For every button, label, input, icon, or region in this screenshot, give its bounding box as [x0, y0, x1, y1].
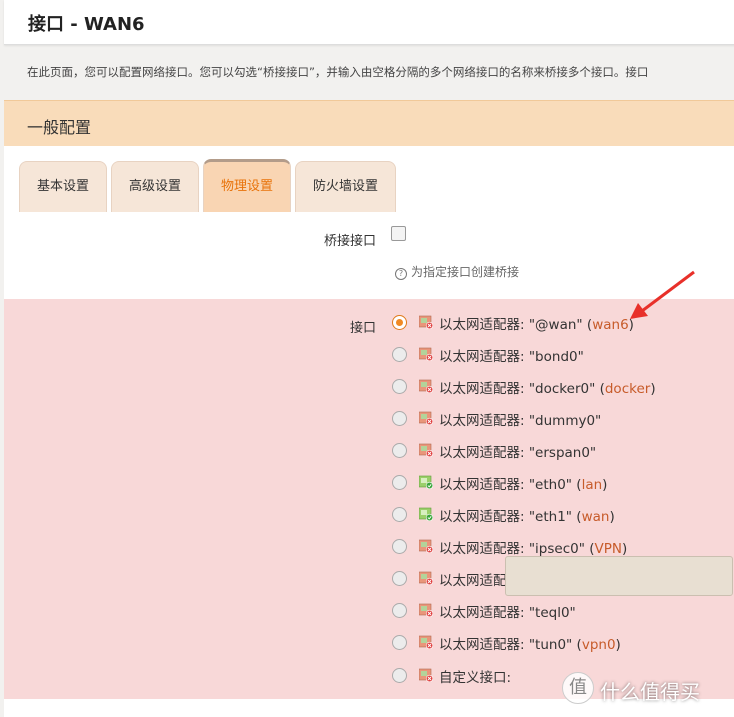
- network-adapter-down-icon: [419, 635, 433, 649]
- network-link[interactable]: VPN: [595, 541, 622, 557]
- interface-section: 接口 以太网适配器: "@wan" (wan6) 以太网适配器: "bond0" 以…: [4, 299, 734, 699]
- interface-type: 以太网适配器:: [439, 477, 529, 493]
- interface-option-label: 以太网适配器: "eth1" (wan): [439, 509, 615, 525]
- interface-option-label: 以太网适配器: "bond0": [439, 345, 584, 365]
- interface-radio[interactable]: [392, 635, 407, 650]
- interface-option-label: 以太网适配器: "tun0" (vpn0): [439, 637, 621, 653]
- interface-type: 以太网适配器:: [439, 381, 529, 397]
- watermark-text: 什么值得买: [600, 680, 700, 704]
- tab-bar: 基本设置 高级设置 物理设置 防火墙设置: [4, 146, 734, 214]
- network-adapter-down-icon: [419, 571, 433, 585]
- interface-type: 以太网适配器:: [439, 317, 529, 333]
- interface-option-label: 以太网适配器: "eth0" (lan): [439, 477, 608, 493]
- config-panel: 一般配置 基本设置 高级设置 物理设置 防火墙设置 桥接接口 ? 为指定接口创建桥…: [4, 100, 734, 717]
- interface-name: "docker0": [528, 381, 596, 397]
- network-adapter-down-icon: [419, 379, 433, 393]
- interface-label: 接口: [349, 321, 376, 336]
- interface-name: "bond0": [528, 349, 584, 365]
- custom-interface-input[interactable]: [505, 556, 733, 596]
- network-adapter-down-icon: [419, 315, 433, 329]
- interface-name: "dummy0": [528, 413, 602, 429]
- network-link[interactable]: vpn0: [582, 637, 616, 653]
- interface-radio[interactable]: [392, 315, 407, 330]
- interface-type: 以太网适配器:: [439, 349, 529, 365]
- interface-name: "eth1": [528, 509, 573, 525]
- page-title: 接口 - WAN6: [28, 14, 145, 35]
- tab-firewall-settings[interactable]: 防火墙设置: [295, 161, 396, 212]
- interface-radio[interactable]: [392, 347, 407, 362]
- watermark-logo: 值: [562, 672, 594, 704]
- network-adapter-up-icon: [419, 475, 433, 489]
- header-bar: 接口 - WAN6: [4, 0, 734, 45]
- network-adapter-down-icon: [419, 539, 433, 553]
- interface-option-label: 以太网适配器: "@wan" (wan6): [439, 317, 634, 333]
- annotation-arrow-icon: [630, 270, 695, 319]
- interface-type: 以太网适配器:: [439, 445, 529, 461]
- interface-name: "erspan0": [528, 445, 597, 461]
- interface-type: 以太网适配器:: [439, 413, 529, 429]
- interface-type: 以太网适配器:: [439, 541, 529, 557]
- interface-name: "tun0": [528, 637, 573, 653]
- interface-option-label: 以太网适配器: "ipsec0" (VPN): [439, 541, 628, 557]
- interface-radio[interactable]: [392, 475, 407, 490]
- tab-basic-settings[interactable]: 基本设置: [19, 161, 107, 212]
- interface-option-label: 以太网适配器: "teql0": [439, 601, 576, 621]
- section-header: 一般配置: [4, 100, 734, 147]
- custom-interface-radio[interactable]: [392, 668, 407, 683]
- interface-option-label: 以太网适配器: "dummy0": [439, 409, 601, 429]
- interface-radio[interactable]: [392, 411, 407, 426]
- network-link[interactable]: docker: [605, 381, 650, 397]
- interface-radio[interactable]: [392, 571, 407, 586]
- interface-radio[interactable]: [392, 539, 407, 554]
- bridge-label: 桥接接口: [323, 234, 376, 249]
- network-adapter-down-icon: [419, 411, 433, 425]
- interface-name: "teql0": [528, 605, 576, 621]
- interface-type: 以太网适配器:: [439, 637, 529, 653]
- network-adapter-down-icon: [419, 443, 433, 457]
- page-description: 在此页面，您可以配置网络接口。您可以勾选“桥接接口”，并输入由空格分隔的多个网络…: [27, 65, 649, 79]
- bridge-help-text: 为指定接口创建桥接: [411, 265, 520, 279]
- help-icon: ?: [395, 268, 407, 280]
- bridge-checkbox[interactable]: [391, 226, 406, 241]
- network-link[interactable]: lan: [582, 477, 603, 493]
- section-title: 一般配置: [27, 118, 92, 137]
- interface-name: "eth0": [528, 477, 573, 493]
- interface-name: "@wan": [528, 317, 583, 333]
- interface-type: 以太网适配器:: [439, 605, 529, 621]
- interface-radio[interactable]: [392, 379, 407, 394]
- interface-option-label: 以太网适配器: "docker0" (docker): [439, 381, 656, 397]
- network-adapter-up-icon: [419, 507, 433, 521]
- tab-advanced-settings[interactable]: 高级设置: [111, 161, 199, 212]
- interface-radio[interactable]: [392, 507, 407, 522]
- network-adapter-down-icon: [419, 668, 433, 682]
- interface-radio[interactable]: [392, 603, 407, 618]
- custom-interface-label: 自定义接口:: [439, 670, 512, 686]
- bridge-help: ? 为指定接口创建桥接: [395, 263, 519, 280]
- interface-name: "ipsec0": [528, 541, 585, 557]
- tab-physical-settings[interactable]: 物理设置: [203, 159, 291, 214]
- interface-radio[interactable]: [392, 443, 407, 458]
- interface-option-label: 以太网适配器: "erspan0": [439, 441, 596, 461]
- network-adapter-down-icon: [419, 347, 433, 361]
- network-link[interactable]: wan: [582, 509, 610, 525]
- network-adapter-down-icon: [419, 603, 433, 617]
- interface-type: 以太网适配器:: [439, 509, 529, 525]
